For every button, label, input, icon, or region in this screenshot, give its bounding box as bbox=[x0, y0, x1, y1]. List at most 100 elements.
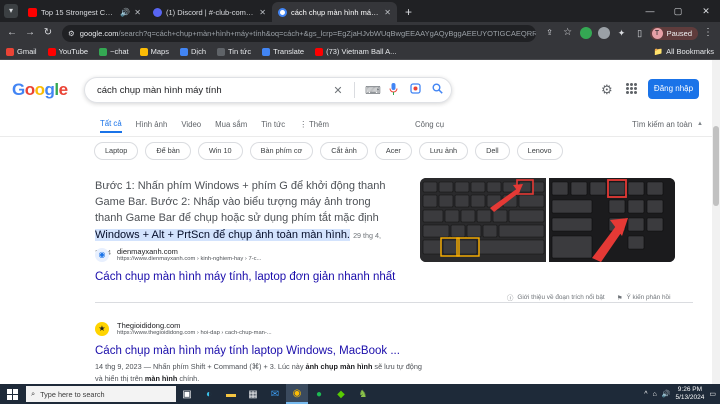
youtube-icon bbox=[47, 47, 56, 56]
bookmark-news[interactable]: Tin tức bbox=[217, 47, 251, 56]
profile-button[interactable]: T Paused bbox=[649, 26, 698, 40]
page-scrollbar[interactable] bbox=[712, 60, 720, 384]
tab-shopping[interactable]: Mua sắm bbox=[215, 120, 247, 129]
tab-video[interactable]: Video bbox=[181, 120, 201, 129]
profile-status: Paused bbox=[666, 28, 692, 38]
task-view-icon[interactable]: ▣ bbox=[176, 384, 198, 404]
browser-tab-3[interactable]: cách chụp màn hình máy tính ✕ bbox=[272, 2, 397, 22]
notifications-icon[interactable]: ▭ bbox=[709, 390, 716, 398]
clear-icon[interactable]: ✕ bbox=[332, 84, 344, 97]
result-title-link[interactable]: Cách chụp màn hình máy tính laptop Windo… bbox=[95, 345, 400, 357]
volume-icon[interactable]: 🔊 bbox=[662, 390, 671, 398]
snippet-prefix: 14 thg 9, 2023 — Nhấn phím Shift + Comma… bbox=[95, 362, 306, 371]
chrome-menu-icon[interactable]: ⋮ bbox=[700, 25, 716, 41]
close-tab-icon[interactable]: ✕ bbox=[134, 8, 141, 17]
spotify-icon[interactable]: ● bbox=[308, 384, 330, 404]
tools-button[interactable]: Công cụ bbox=[415, 120, 444, 129]
bookmark-maps[interactable]: Maps bbox=[139, 47, 169, 56]
file-explorer-icon[interactable]: ▬ bbox=[220, 384, 242, 404]
safesearch-button[interactable]: Tìm kiếm an toàn bbox=[632, 120, 692, 129]
game-icon[interactable]: ♞ bbox=[352, 384, 374, 404]
chip-win10[interactable]: Win 10 bbox=[197, 142, 243, 160]
bookmark-vietnam-ball[interactable]: (73) Vietnam Ball A... bbox=[315, 47, 396, 56]
extension-grey-icon[interactable] bbox=[597, 27, 610, 39]
address-bar[interactable]: ⚙ google.com/search?q=cách+chụp+màn+hình… bbox=[62, 24, 536, 42]
tab-more[interactable]: ⋮ Thêm bbox=[299, 120, 329, 129]
sidepanel-icon[interactable]: ▯ bbox=[632, 25, 648, 41]
chip-crop[interactable]: Cắt ảnh bbox=[320, 142, 368, 160]
microphone-icon[interactable] bbox=[387, 82, 399, 98]
logo-letter: o bbox=[24, 80, 35, 99]
tab-images[interactable]: Hình ảnh bbox=[136, 120, 168, 129]
chip-save-image[interactable]: Lưu ảnh bbox=[418, 142, 469, 160]
source-name: Thegioididong.com bbox=[117, 321, 181, 330]
chip-mechanical-keyboard[interactable]: Bàn phím cơ bbox=[249, 142, 314, 160]
tab-news[interactable]: Tin tức bbox=[261, 120, 285, 129]
taskbar-search-input[interactable]: ⌕ Type here to search bbox=[26, 386, 176, 402]
browser-tab-1[interactable]: Top 15 Strongest Countries 🔊 ✕ bbox=[22, 2, 147, 22]
maps-icon bbox=[139, 47, 148, 56]
mail-icon[interactable]: ✉ bbox=[264, 384, 286, 404]
featured-snippet-image[interactable] bbox=[420, 178, 675, 262]
logo-letter: G bbox=[12, 80, 25, 99]
about-snippet-link[interactable]: Giới thiệu về đoạn trích nổi bật bbox=[517, 294, 604, 301]
snippet-bold: màn hình bbox=[144, 373, 178, 383]
duolingo-icon[interactable]: ◆ bbox=[330, 384, 352, 404]
keyboard-icon[interactable]: ⌨ bbox=[365, 84, 381, 97]
settings-gear-icon[interactable]: ⚙ bbox=[601, 82, 613, 98]
share-icon[interactable]: ⇪ bbox=[542, 25, 558, 41]
maximize-icon[interactable]: ▢ bbox=[664, 0, 692, 22]
taskbar-search-placeholder: Type here to search bbox=[40, 389, 105, 399]
close-tab-icon[interactable]: ✕ bbox=[384, 8, 391, 17]
chip-lenovo[interactable]: Lenovo bbox=[516, 142, 563, 160]
feedback-link[interactable]: Ý kiến phản hồi bbox=[626, 294, 670, 301]
minimize-icon[interactable]: — bbox=[636, 0, 664, 22]
back-icon[interactable]: ← bbox=[4, 25, 20, 41]
bookmark-star-icon[interactable]: ☆ bbox=[560, 25, 576, 41]
news-icon bbox=[217, 47, 225, 56]
bookmark-gmail[interactable]: Gmail bbox=[6, 47, 37, 56]
avatar: T bbox=[651, 27, 663, 39]
lens-icon[interactable] bbox=[409, 83, 421, 97]
chip-acer[interactable]: Acer bbox=[374, 142, 412, 160]
result-source[interactable]: ◉ dienmayxanh.com https://www.dienmayxan… bbox=[95, 247, 261, 262]
tab-all[interactable]: Tất cả bbox=[100, 119, 122, 133]
snippet-highlight: Windows + Alt + PrtScn để chụp ảnh toàn … bbox=[95, 228, 350, 241]
chrome-taskbar-icon[interactable]: ◉ bbox=[286, 384, 308, 404]
all-bookmarks[interactable]: 📁 All Bookmarks bbox=[654, 47, 714, 56]
store-icon[interactable]: ▦ bbox=[242, 384, 264, 404]
clock[interactable]: 9:26 PM 5/13/2024 bbox=[675, 386, 704, 402]
reload-icon[interactable]: ↻ bbox=[40, 25, 56, 41]
bookmark-dich[interactable]: Dịch bbox=[179, 47, 206, 56]
close-tab-icon[interactable]: ✕ bbox=[259, 8, 266, 17]
result-source[interactable]: ★ Thegioididong.com https://www.thegioid… bbox=[95, 321, 272, 336]
tray-overflow-icon[interactable]: ^ bbox=[644, 391, 647, 398]
edge-icon[interactable]: ◐ bbox=[198, 384, 220, 404]
tab-search-button[interactable]: ▾ bbox=[4, 4, 18, 18]
scroll-up-arrow-icon[interactable]: ▲ bbox=[697, 121, 703, 127]
close-window-icon[interactable]: ✕ bbox=[692, 0, 720, 22]
network-icon[interactable]: ⌂ bbox=[653, 391, 657, 398]
search-input[interactable]: cách chụp màn hình máy tính ✕ ⌨ bbox=[84, 77, 452, 103]
forward-icon[interactable]: → bbox=[22, 25, 38, 41]
google-logo[interactable]: Google bbox=[12, 80, 68, 100]
site-info-icon[interactable]: ⚙ bbox=[68, 29, 75, 38]
chip-laptop[interactable]: Laptop bbox=[94, 142, 139, 160]
chip-desktop[interactable]: Để bàn bbox=[145, 142, 191, 160]
extensions-puzzle-icon[interactable]: ✦ bbox=[614, 25, 630, 41]
search-query[interactable]: cách chụp màn hình máy tính bbox=[97, 85, 322, 96]
bookmark-youtube[interactable]: YouTube bbox=[47, 47, 88, 56]
search-icon[interactable] bbox=[431, 83, 443, 97]
result-title-link[interactable]: Cách chụp màn hình máy tính, laptop đơn … bbox=[95, 271, 395, 283]
sign-in-button[interactable]: Đăng nhập bbox=[648, 79, 699, 99]
chip-dell[interactable]: Dell bbox=[475, 142, 510, 160]
new-tab-button[interactable]: + bbox=[397, 2, 420, 22]
browser-tab-2[interactable]: (1) Discord | #-club-commands ✕ bbox=[147, 2, 272, 22]
start-button[interactable] bbox=[0, 384, 24, 404]
extension-green-icon[interactable] bbox=[579, 27, 592, 39]
bookmark-translate[interactable]: Translate bbox=[262, 47, 304, 56]
bookmark-chat[interactable]: ~chat bbox=[99, 47, 129, 56]
google-apps-icon[interactable] bbox=[626, 83, 637, 94]
speaker-icon[interactable]: 🔊 bbox=[120, 8, 130, 17]
scrollbar-thumb[interactable] bbox=[713, 126, 719, 206]
